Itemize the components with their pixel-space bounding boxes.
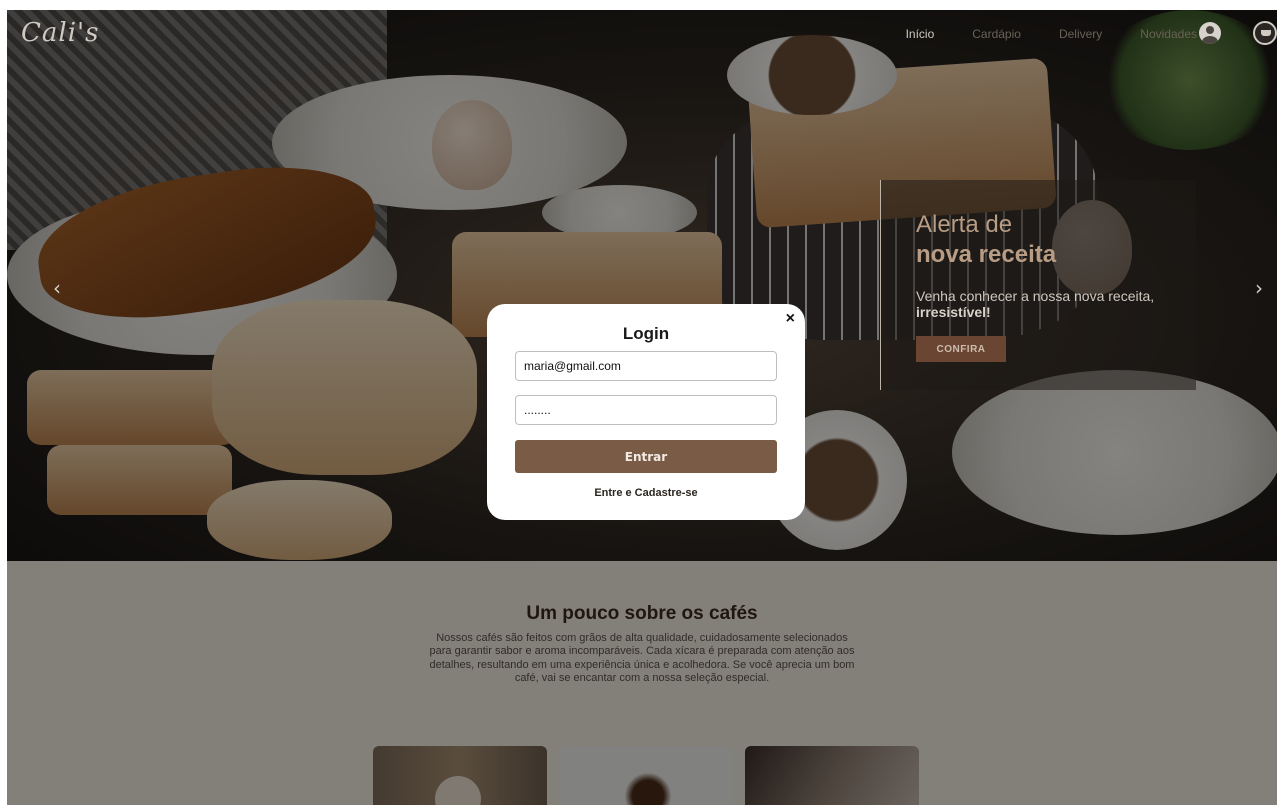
promo-card: Alerta de nova receita Venha conhecer a …	[880, 180, 1196, 390]
nav-item-cardapio[interactable]: Cardápio	[972, 27, 1021, 41]
login-submit-button[interactable]: Entrar	[515, 440, 777, 473]
chevron-left-icon[interactable]: ‹	[53, 276, 61, 300]
promo-title: Alerta de nova receita	[916, 210, 1056, 270]
nav-item-inicio[interactable]: Início	[906, 27, 935, 41]
nav-item-novidades[interactable]: Novidades	[1140, 27, 1197, 41]
promo-title-line2: nova receita	[916, 241, 1057, 268]
confira-button[interactable]: CONFIRA	[916, 336, 1006, 362]
password-field[interactable]	[515, 395, 777, 425]
page: Um pouco sobre os cafés Nossos cafés são…	[7, 10, 1277, 805]
login-modal: × Login Entrar Entre e Cadastre-se	[487, 304, 805, 520]
signup-link[interactable]: Entre e Cadastre-se	[487, 487, 805, 499]
email-field[interactable]	[515, 351, 777, 381]
promo-title-line1: Alerta de	[916, 211, 1013, 238]
cart-icon[interactable]	[1253, 21, 1277, 45]
main-nav: Início Cardápio Delivery Novidades	[906, 27, 1197, 41]
promo-text-regular: Venha conhecer a nossa nova receita,	[916, 288, 1155, 304]
brand-logo[interactable]: Cali's	[21, 18, 100, 48]
promo-text: Venha conhecer a nossa nova receita, irr…	[916, 288, 1186, 320]
nav-item-delivery[interactable]: Delivery	[1059, 27, 1102, 41]
user-icon[interactable]	[1199, 22, 1221, 44]
promo-text-bold: irresistível!	[916, 304, 991, 320]
chevron-right-icon[interactable]: ›	[1255, 276, 1263, 300]
login-title: Login	[622, 324, 670, 343]
